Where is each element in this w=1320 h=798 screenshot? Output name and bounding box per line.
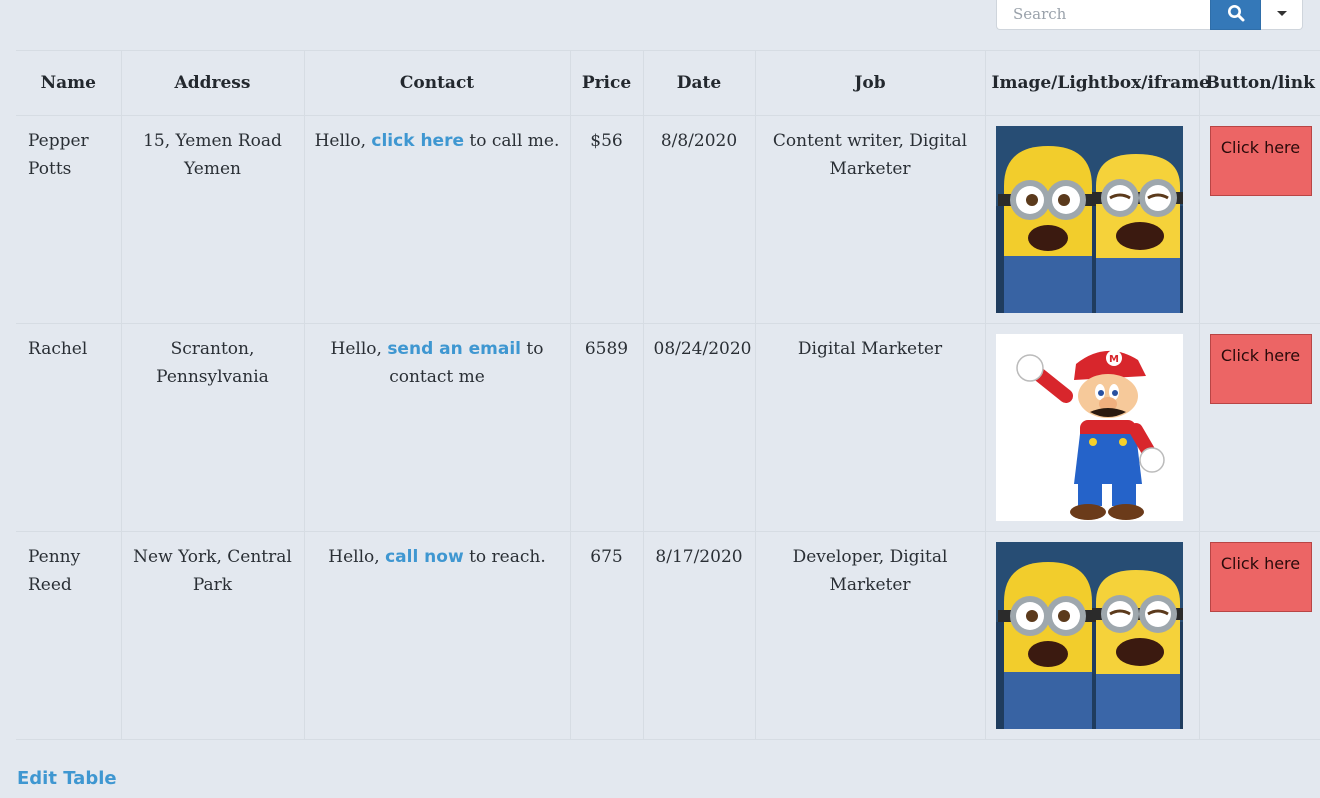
cell-address: 15, Yemen Road Yemen xyxy=(120,115,305,324)
header-image: Image/Lightbox/iframe xyxy=(984,50,1210,116)
cell-price: 6589 xyxy=(569,323,644,532)
cell-price: 675 xyxy=(569,531,644,740)
header-address: Address xyxy=(120,50,305,116)
cell-image: M xyxy=(984,323,1200,532)
contact-suffix: to reach. xyxy=(469,547,546,567)
cell-job: Content writer, Digital Marketer xyxy=(754,115,986,324)
contact-suffix: to call me. xyxy=(469,131,560,151)
header-contact: Contact xyxy=(303,50,571,116)
table-row: Penny Reed New York, Central Park Hello,… xyxy=(16,531,1320,740)
cell-date: 08/24/2020 xyxy=(642,323,756,532)
svg-text:M: M xyxy=(1109,354,1119,365)
mario-image[interactable]: M xyxy=(995,334,1183,521)
cell-contact: Hello, send an email to contact me xyxy=(303,323,571,532)
header-button: Button/link xyxy=(1198,50,1320,116)
cell-job: Developer, Digital Marketer xyxy=(754,531,986,740)
cell-name: Penny Reed xyxy=(16,531,122,740)
minions-image[interactable] xyxy=(995,542,1183,729)
data-table: Name Address Contact Price Date Job Imag… xyxy=(16,50,1320,740)
cell-name: Rachel xyxy=(16,323,122,532)
search-input[interactable] xyxy=(996,0,1210,30)
cell-button: Click here xyxy=(1198,115,1320,324)
edit-table-link[interactable]: Edit Table xyxy=(17,768,117,789)
cell-job: Digital Marketer xyxy=(754,323,986,532)
caret-down-icon xyxy=(1276,10,1287,16)
cell-price: $56 xyxy=(569,115,644,324)
header-job: Job xyxy=(754,50,986,116)
click-here-button[interactable]: Click here xyxy=(1209,126,1312,196)
cell-name: Pepper Potts xyxy=(16,115,122,324)
contact-link[interactable]: send an email xyxy=(387,339,521,359)
search-bar xyxy=(996,0,1303,30)
cell-image xyxy=(984,531,1200,740)
cell-date: 8/8/2020 xyxy=(642,115,756,324)
click-here-button[interactable]: Click here xyxy=(1209,334,1312,404)
cell-date: 8/17/2020 xyxy=(642,531,756,740)
contact-link[interactable]: click here xyxy=(371,131,464,151)
cell-address: New York, Central Park xyxy=(120,531,305,740)
header-date: Date xyxy=(642,50,756,116)
table-row: Pepper Potts 15, Yemen Road Yemen Hello,… xyxy=(16,115,1320,324)
search-dropdown-button[interactable] xyxy=(1261,0,1303,30)
table-row: Rachel Scranton, Pennsylvania Hello, sen… xyxy=(16,323,1320,532)
contact-link[interactable]: call now xyxy=(385,547,464,567)
click-here-button[interactable]: Click here xyxy=(1209,542,1312,612)
search-button[interactable] xyxy=(1210,0,1261,30)
search-icon xyxy=(1227,5,1244,22)
header-price: Price xyxy=(569,50,644,116)
cell-image xyxy=(984,115,1200,324)
page: Name Address Contact Price Date Job Imag… xyxy=(0,0,1320,798)
table-header-row: Name Address Contact Price Date Job Imag… xyxy=(16,50,1320,116)
cell-contact: Hello, call now to reach. xyxy=(303,531,571,740)
cell-address: Scranton, Pennsylvania xyxy=(120,323,305,532)
cell-button: Click here xyxy=(1198,323,1320,532)
cell-button: Click here xyxy=(1198,531,1320,740)
contact-prefix: Hello, xyxy=(330,339,382,359)
contact-prefix: Hello, xyxy=(314,131,366,151)
cell-contact: Hello, click here to call me. xyxy=(303,115,571,324)
header-name: Name xyxy=(16,50,122,116)
contact-prefix: Hello, xyxy=(328,547,380,567)
minions-image[interactable] xyxy=(995,126,1183,313)
